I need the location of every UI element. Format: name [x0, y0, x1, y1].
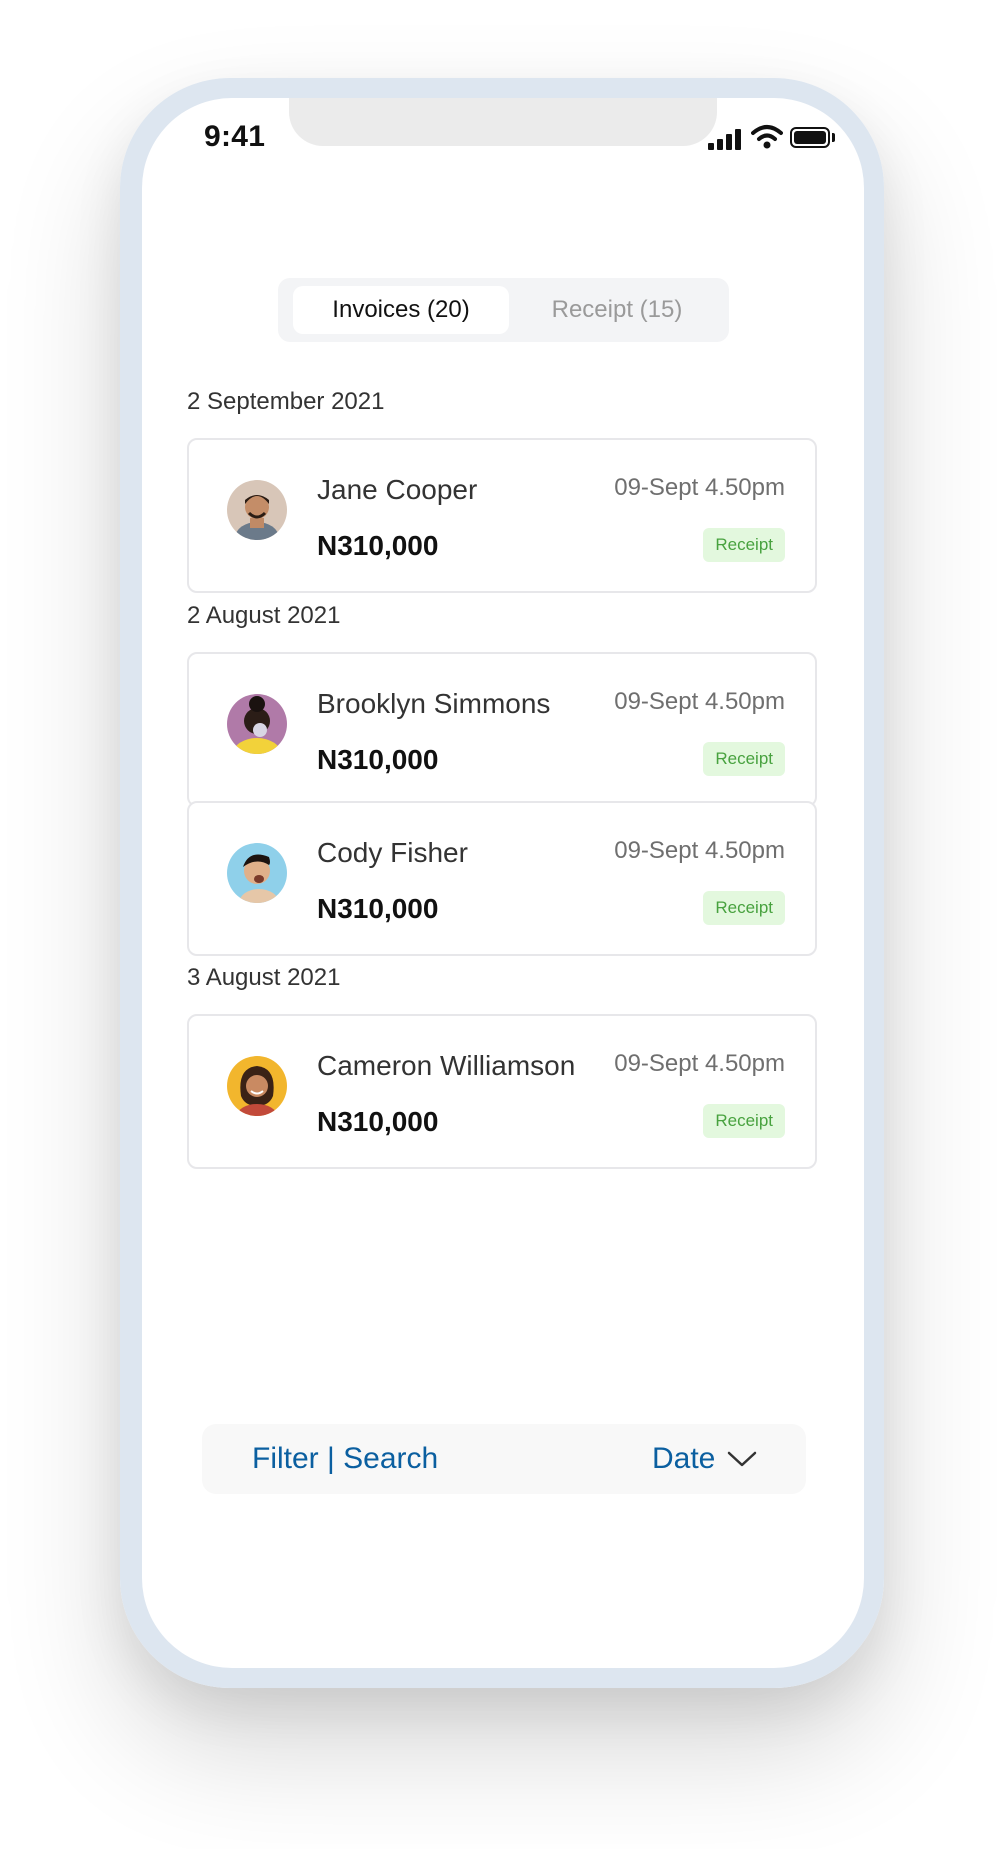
filter-bar: Filter | Search Date — [202, 1424, 806, 1494]
battery-cap — [832, 133, 835, 142]
status-time: 9:41 — [204, 120, 266, 153]
timestamp: 09-Sept 4.50pm — [614, 474, 785, 501]
date-sort-dropdown[interactable]: Date — [652, 1442, 757, 1476]
timestamp: 09-Sept 4.50pm — [614, 837, 785, 864]
avatar — [227, 1056, 287, 1116]
customer-name: Brooklyn Simmons — [317, 688, 551, 719]
customer-name: Jane Cooper — [317, 474, 478, 505]
avatar — [227, 480, 287, 540]
filter-search-button[interactable]: Filter | Search — [252, 1442, 438, 1476]
timestamp: 09-Sept 4.50pm — [614, 1050, 785, 1077]
tab-invoices[interactable]: Invoices (20) — [293, 286, 509, 334]
customer-name: Cody Fisher — [317, 837, 468, 868]
transaction-card[interactable]: Cameron Williamson N310,000 09-Sept 4.50… — [187, 1014, 817, 1169]
wifi-icon — [751, 125, 783, 149]
battery-icon — [790, 127, 830, 148]
status-badge: Receipt — [703, 742, 785, 776]
group-date: 3 August 2021 — [187, 964, 341, 991]
transaction-card[interactable]: Brooklyn Simmons N310,000 09-Sept 4.50pm… — [187, 652, 817, 807]
phone-screen: 9:41 Invoices (20) Receipt (15) 2 Septem… — [142, 98, 864, 1668]
group-date: 2 August 2021 — [187, 602, 341, 629]
signal-icon — [708, 128, 744, 150]
status-badge: Receipt — [703, 891, 785, 925]
avatar — [227, 843, 287, 903]
amount: N310,000 — [317, 1106, 439, 1137]
group-date: 2 September 2021 — [187, 388, 385, 415]
amount: N310,000 — [317, 744, 439, 775]
timestamp: 09-Sept 4.50pm — [614, 688, 785, 715]
transaction-card[interactable]: Cody Fisher N310,000 09-Sept 4.50pm Rece… — [187, 801, 817, 956]
status-badge: Receipt — [703, 1104, 785, 1138]
tab-receipt[interactable]: Receipt (15) — [513, 286, 721, 334]
status-badge: Receipt — [703, 528, 785, 562]
avatar — [227, 694, 287, 754]
stage: 9:41 Invoices (20) Receipt (15) 2 Septem… — [0, 0, 1005, 1849]
transaction-card[interactable]: Jane Cooper N310,000 09-Sept 4.50pm Rece… — [187, 438, 817, 593]
segmented-tabs: Invoices (20) Receipt (15) — [278, 278, 729, 342]
customer-name: Cameron Williamson — [317, 1050, 576, 1081]
notch — [289, 98, 717, 146]
chevron-down-icon — [728, 1451, 757, 1467]
amount: N310,000 — [317, 893, 439, 924]
date-sort-label: Date — [652, 1442, 716, 1475]
amount: N310,000 — [317, 530, 439, 561]
